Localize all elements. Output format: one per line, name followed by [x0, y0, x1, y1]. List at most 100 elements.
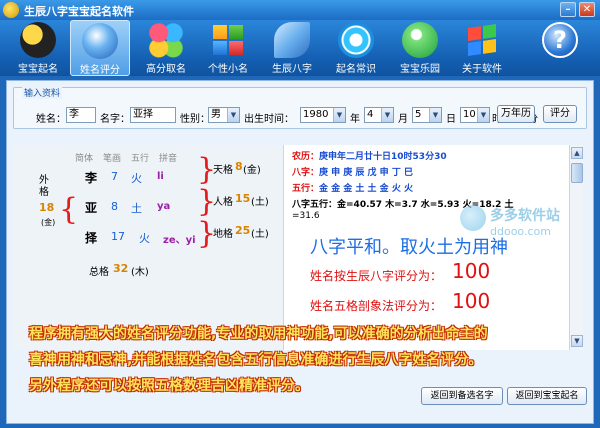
tool-label: 姓名评分	[80, 65, 120, 76]
back-to-candidates-button[interactable]: 返回到备选名字	[421, 387, 503, 405]
bazi-score-label: 姓名按生辰八字评分为：	[310, 269, 443, 283]
given-name-label: 名字：	[100, 114, 130, 125]
bubble-icon	[402, 22, 438, 58]
back-to-baby-naming-button[interactable]: 返回到宝宝起名	[507, 387, 587, 405]
calendar-button[interactable]: 万年历	[497, 105, 535, 123]
dige-element: (土)	[251, 229, 269, 240]
watermark-name: 多多软件站	[490, 208, 560, 224]
wuxing-label: 五行：	[292, 184, 320, 194]
given-name-input[interactable]: 亚择	[130, 107, 176, 123]
tool-bazi[interactable]: 生辰八字	[262, 20, 322, 76]
chevron-down-icon: ▼	[429, 108, 441, 122]
renge-element: (土)	[251, 197, 269, 208]
chevron-down-icon: ▼	[227, 108, 239, 122]
tool-nickname[interactable]: 个性小名	[198, 20, 258, 76]
tool-baby-naming[interactable]: 宝宝起名	[8, 20, 68, 76]
left-brace: {	[59, 192, 79, 227]
char-2-element: 土	[131, 202, 142, 215]
char-1-pinyin: li	[157, 171, 164, 182]
month-unit: 月	[398, 114, 408, 125]
leaf-icon	[274, 22, 310, 58]
tiange-label: 天格	[213, 165, 233, 176]
zongge-element: (木)	[131, 267, 149, 278]
lunar-value: 庚申年二月廿十日10时53分30	[319, 152, 447, 162]
year-value: 1980	[303, 109, 329, 120]
header-strokes: 笔画	[103, 154, 122, 164]
wuxing-value: 金 金 金 土 土 金 火 火	[319, 184, 413, 194]
month-select[interactable]: 4 ▼	[364, 107, 394, 123]
tool-label: 个性小名	[208, 64, 248, 75]
main-toolbar: 宝宝起名 姓名评分 高分取名 个性小名 生辰八字 起名常识 宝宝乐园 关于软件 …	[0, 19, 600, 76]
tool-label: 高分取名	[146, 64, 186, 75]
lunar-label: 农历：	[292, 152, 320, 162]
char-2: 亚	[85, 201, 98, 215]
month-value: 4	[367, 109, 374, 120]
name-analysis-panel: 简体 笔画 五行 拼音 李 7 火 li 亚 8 土 ya 择 17 火 ze、…	[13, 145, 283, 350]
flag-icon	[464, 19, 500, 61]
dige-label: 地格	[213, 229, 233, 240]
day-value: 5	[415, 109, 422, 120]
chevron-down-icon: ▼	[333, 108, 345, 122]
char-3: 择	[85, 231, 98, 245]
scroll-thumb[interactable]	[571, 163, 583, 183]
result-scrollbar[interactable]: ▲ ▼	[569, 145, 583, 350]
bazi-value: 庚 申 庚 辰 戊 申 丁 巳	[319, 168, 413, 178]
surname-input[interactable]: 李	[66, 107, 96, 123]
blocks-icon	[148, 22, 184, 58]
promo-line-2: 喜神用神和忌神,并能根据姓名包含五行信息准确进行生辰八字姓名评分。	[29, 352, 483, 368]
scroll-down-icon[interactable]: ▼	[571, 335, 583, 347]
renge-label: 人格	[213, 197, 233, 208]
char-1: 李	[85, 171, 98, 185]
tool-about[interactable]: 关于软件	[452, 19, 512, 76]
tool-baby-park[interactable]: 宝宝乐园	[390, 20, 450, 76]
wuxing-line: 五行：金 金 金 土 土 金 火 火	[292, 181, 413, 194]
summary-text: 八字平和。取火土为用神	[310, 237, 508, 258]
char-3-pinyin: ze、yi	[163, 235, 196, 246]
zongge-label: 总格	[89, 267, 109, 278]
app-logo-icon	[3, 2, 19, 18]
waige-element: (金)	[41, 218, 56, 227]
gender-label: 性别：	[180, 114, 210, 125]
char-3-element: 火	[139, 232, 150, 245]
chevron-down-icon: ▼	[477, 108, 489, 122]
wuge-score-label: 姓名五格剖象法评分为：	[310, 299, 443, 313]
header-simplified: 简体	[75, 154, 94, 164]
lunar-line: 农历：庚申年二月廿十日10时53分30	[292, 149, 447, 162]
input-legend: 输入资料	[22, 86, 63, 99]
tool-high-score-naming[interactable]: 高分取名	[136, 20, 196, 76]
tool-naming-tips[interactable]: 起名常识	[326, 20, 386, 76]
waige-value: 18	[39, 201, 55, 214]
yinyang-icon	[20, 22, 56, 58]
main-panel: 输入资料 姓名： 李 名字： 亚择 性别： 男 ▼ 出生时间： 1980 ▼ 年…	[6, 80, 594, 424]
globe-icon	[82, 23, 118, 59]
minimize-button[interactable]: –	[560, 2, 576, 17]
chevron-down-icon: ▼	[381, 108, 393, 122]
hour-select[interactable]: 10 ▼	[460, 107, 490, 123]
tiange-element: (金)	[243, 165, 261, 176]
score-button[interactable]: 评分	[543, 105, 577, 123]
year-select[interactable]: 1980 ▼	[300, 107, 346, 123]
header-element: 五行	[131, 154, 150, 164]
close-button[interactable]: ✕	[579, 2, 595, 17]
bazi-line: 八字：庚 申 庚 辰 戊 申 丁 巳	[292, 165, 413, 178]
tool-name-score[interactable]: 姓名评分	[70, 20, 130, 76]
surname-label: 姓名：	[36, 114, 66, 125]
char-2-strokes: 8	[111, 200, 118, 213]
header-pinyin: 拼音	[159, 154, 178, 164]
char-3-strokes: 17	[111, 230, 125, 243]
result-panel: 农历：庚申年二月廿十日10时53分30 八字：庚 申 庚 辰 戊 申 丁 巳 五…	[283, 145, 569, 350]
hour-value: 10	[463, 109, 476, 120]
scroll-up-icon[interactable]: ▲	[571, 147, 583, 159]
tiange-value: 8	[235, 160, 243, 173]
dige-value: 25	[235, 224, 251, 237]
watermark-logo-icon	[460, 205, 486, 231]
promo-line-3: 另外程序还可以按照五格数理吉凶精准评分。	[29, 378, 309, 394]
tool-help[interactable]: ?	[530, 20, 590, 76]
char-1-element: 火	[131, 172, 142, 185]
promo-line-1: 程序拥有强大的姓名评分功能,专业的取用神功能,可以准确的分析出命主的	[29, 326, 488, 342]
strength-label: 八字五行：	[292, 200, 338, 210]
birth-time-label: 出生时间：	[244, 114, 294, 125]
day-select[interactable]: 5 ▼	[412, 107, 442, 123]
gender-select[interactable]: 男 ▼	[208, 107, 240, 123]
window-title: 生辰八字宝宝起名软件	[24, 5, 134, 18]
